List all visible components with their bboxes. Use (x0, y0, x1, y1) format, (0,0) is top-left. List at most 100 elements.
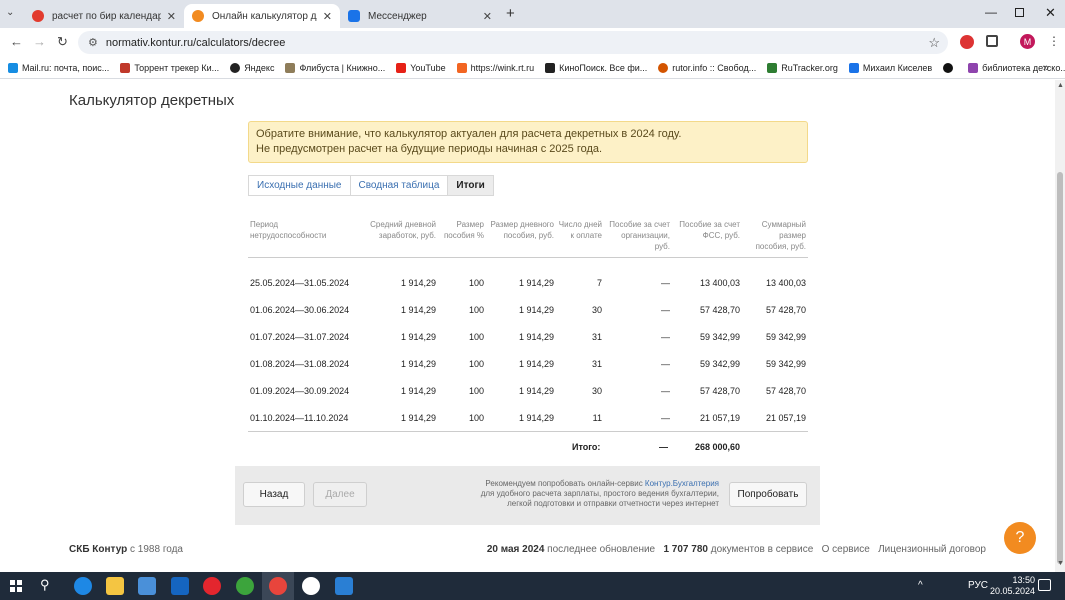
cell-percent: 100 (468, 332, 484, 342)
search-icon[interactable]: ⚲ (40, 577, 50, 593)
cell-fss-benefit: 59 342,99 (699, 359, 740, 369)
table-row: 01.06.2024—30.06.2024 1 914,29 100 1 914,29… (248, 297, 808, 324)
address-bar[interactable]: ⚙ normativ.kontur.ru/calculators/decree … (78, 31, 948, 54)
bookmark-kinopoisk[interactable]: КиноПоиск. Все фи... (545, 62, 647, 73)
cell-fss-benefit: 59 342,99 (699, 332, 740, 342)
bookmark-youtube[interactable]: YouTube (396, 62, 446, 73)
cell-avg-earnings: 1 914,29 (400, 359, 436, 369)
more-bookmarks-chevron-icon[interactable]: » (1043, 62, 1049, 74)
forward-arrow-icon[interactable]: → (33, 34, 46, 49)
rutracker-icon (767, 62, 778, 73)
next-button[interactable]: Далее (313, 482, 367, 507)
wizard-steps: Исходные данные Сводная таблица Итоги (248, 175, 494, 196)
site-info-icon[interactable]: ⚙ (88, 36, 98, 49)
bookmark-plus[interactable] (943, 62, 957, 73)
feather-app-icon[interactable] (335, 577, 353, 595)
extensions-puzzle-icon[interactable] (986, 35, 998, 47)
tab-title: расчет по бир календарь — Я (52, 10, 161, 22)
try-button[interactable]: Попробовать (729, 482, 807, 507)
kinopoisk-icon (545, 62, 556, 73)
file-explorer-icon[interactable] (106, 577, 124, 595)
bookmark-mailru[interactable]: Mail.ru: почта, поис... (8, 62, 109, 73)
windows-taskbar: ⚲ ^ РУС 13:50 20.05.2024 (0, 572, 1065, 600)
cell-org-benefit: — (661, 332, 670, 342)
tab-list-chevron-icon[interactable]: ⌄ (6, 7, 14, 18)
bookmark-torrent-tracker[interactable]: Торрент трекер Ки... (120, 62, 219, 73)
table-row: 01.08.2024—31.08.2024 1 914,29 100 1 914,29… (248, 351, 808, 378)
tray-language[interactable]: РУС (968, 580, 988, 591)
column-header: Размер пособия % (438, 219, 486, 258)
youtube-icon (396, 62, 407, 73)
step-summary-table[interactable]: Сводная таблица (349, 175, 448, 196)
step-results[interactable]: Итоги (447, 175, 494, 196)
tab-messenger[interactable]: Мессенджер ✕ (340, 4, 500, 28)
footer-about-link[interactable]: О сервисе (822, 544, 870, 555)
bookmark-children-library[interactable]: библиотека детско... (968, 62, 1065, 73)
bookmark-star-icon[interactable]: ☆ (928, 35, 940, 51)
bookmark-rutracker[interactable]: RuTracker.org (767, 62, 838, 73)
extension-badge-icon[interactable] (960, 35, 974, 49)
back-button[interactable]: Назад (243, 482, 305, 507)
restore-window-icon[interactable] (1015, 8, 1024, 17)
store-icon[interactable] (138, 577, 156, 595)
minimize-window-icon[interactable]: — (985, 5, 997, 19)
mail-icon[interactable] (171, 577, 189, 595)
scrollbar-thumb[interactable] (1057, 172, 1063, 564)
close-tab-icon[interactable]: ✕ (167, 10, 176, 23)
footer-meta: 20 мая 2024 последнее обновление 1 707 7… (486, 544, 986, 555)
scroll-up-arrow-icon[interactable]: ▲ (1057, 82, 1064, 89)
back-arrow-icon[interactable]: ← (10, 34, 23, 49)
utorrent-icon[interactable] (236, 577, 254, 595)
cell-percent: 100 (468, 412, 484, 423)
notifications-icon[interactable] (1038, 579, 1051, 591)
tab-kontur-calculator[interactable]: Онлайн калькулятор для расч ✕ (184, 4, 340, 28)
page-scrollbar[interactable]: ▲ ▼ (1055, 80, 1065, 572)
profile-avatar[interactable]: M (1020, 34, 1035, 49)
mailru-icon (8, 62, 18, 73)
help-button[interactable]: ? (1004, 522, 1036, 554)
footer-doc-count: 1 707 780 (663, 544, 708, 555)
cell-org-benefit: — (661, 386, 670, 396)
cell-daily-benefit: 1 914,29 (518, 278, 554, 289)
browser-menu-icon[interactable]: ⋮ (1048, 34, 1060, 48)
tray-arrow-icon[interactable]: ^ (918, 580, 923, 591)
cell-org-benefit: — (661, 278, 670, 289)
close-window-icon[interactable]: ✕ (1045, 5, 1056, 21)
footer-license-link[interactable]: Лицензионный договор (878, 544, 986, 555)
tab-yandex-search[interactable]: расчет по бир календарь — Я ✕ (24, 4, 184, 28)
start-windows-icon[interactable] (10, 580, 22, 592)
opera-icon[interactable] (203, 577, 221, 595)
chrome-icon[interactable] (269, 577, 287, 595)
bookmark-yandex[interactable]: Яндекс (230, 62, 274, 73)
browser-tab-bar: ⌄ расчет по бир календарь — Я ✕ Онлайн к… (0, 0, 1065, 28)
tray-clock[interactable]: 13:50 20.05.2024 (990, 575, 1035, 597)
cell-avg-earnings: 1 914,29 (400, 278, 436, 289)
column-header: Размер дневного пособия, руб. (486, 219, 556, 258)
kontur-favicon-icon (192, 10, 204, 22)
bookmark-flibusta[interactable]: Флибуста | Книжно... (285, 62, 385, 73)
cell-period: 01.06.2024—30.06.2024 (250, 305, 350, 315)
yandex-browser-icon[interactable] (302, 577, 320, 595)
promo-line-2: для удобного расчета зарплаты, простого … (480, 489, 719, 498)
cell-days: 30 (591, 386, 602, 396)
kontur-accounting-link[interactable]: Контур.Бухгалтерия (645, 479, 719, 488)
bookmark-rutor[interactable]: rutor.info :: Свобод... (658, 62, 756, 73)
new-tab-plus-icon[interactable]: + (506, 5, 515, 22)
close-tab-icon[interactable]: ✕ (323, 10, 332, 23)
bookmark-wink[interactable]: https://wink.rt.ru (456, 62, 534, 73)
results-table: Период нетрудоспособности Средний дневно… (248, 219, 808, 463)
messenger-icon (848, 62, 859, 73)
reload-icon[interactable]: ↻ (57, 34, 68, 50)
step-source-data[interactable]: Исходные данные (248, 175, 350, 196)
total-label: Итого: (572, 442, 601, 453)
cell-total-benefit: 57 428,70 (765, 305, 806, 315)
edge-browser-icon[interactable] (74, 577, 92, 595)
action-panel: Назад Далее Рекомендуем попробовать онла… (235, 466, 820, 525)
scroll-down-arrow-icon[interactable]: ▼ (1057, 560, 1064, 567)
url-text: normativ.kontur.ru/calculators/decree (105, 36, 286, 49)
page-footer: СКБ Контур с 1988 года 20 мая 2024 после… (69, 544, 986, 555)
total-org-benefit: — (659, 442, 668, 453)
cell-fss-benefit: 57 428,70 (699, 305, 740, 315)
close-tab-icon[interactable]: ✕ (483, 10, 492, 23)
bookmark-mikhail-kiselev[interactable]: Михаил Киселев (848, 62, 932, 73)
